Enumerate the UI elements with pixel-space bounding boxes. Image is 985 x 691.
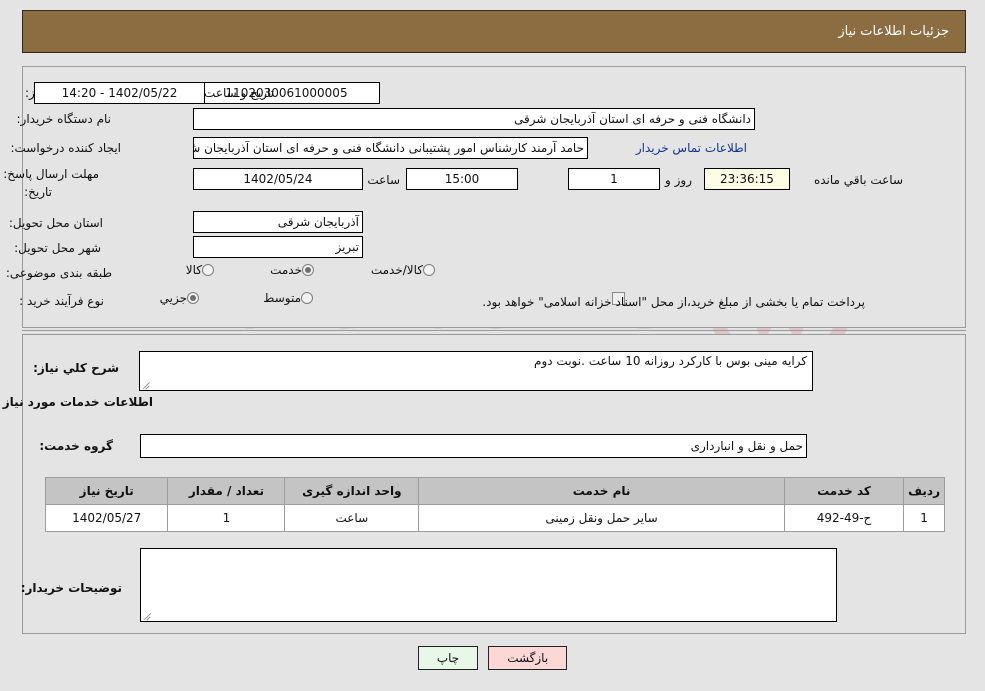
print-button[interactable]: چاپ — [417, 646, 479, 670]
th-service-code: کد خدمت — [783, 477, 905, 505]
deadline-label-line1: مهلت ارسال پاسخ: تا — [0, 167, 99, 181]
radio-dot-selected-icon — [187, 292, 199, 304]
deadline-days-label: روز و — [665, 173, 692, 187]
th-need-date: تاریخ نیاز — [44, 477, 169, 505]
resize-grip-icon[interactable] — [143, 610, 153, 620]
radio-category-khedmat-label: خدمت — [270, 263, 302, 277]
cell-unit: ساعت — [284, 504, 420, 532]
radio-dot-selected-icon — [302, 264, 314, 276]
cell-need-date: 1402/05/27 — [44, 504, 169, 532]
delivery-city-label: شهر محل تحویل: — [14, 241, 101, 255]
radio-process-jozei-label: جزیي — [159, 291, 187, 305]
radio-category-kala[interactable]: کالا — [186, 263, 219, 277]
purchase-process-label: نوع فرآیند خرید : — [19, 294, 104, 308]
back-button[interactable]: بازگشت — [488, 646, 568, 670]
cell-service-name: سایر حمل ونقل زمینی — [418, 504, 785, 532]
footer-actions: بازگشت چاپ — [0, 646, 985, 670]
radio-category-kala-khedmat[interactable]: کالا/خدمت — [371, 263, 440, 277]
general-description-value: کرایه مینی بوس با کارکرد روزانه 10 ساعت … — [534, 354, 807, 368]
th-quantity: تعداد / مقدار — [167, 477, 286, 505]
deadline-date-field[interactable]: 1402/05/24 — [193, 168, 363, 190]
buyer-contact-link[interactable]: اطلاعات تماس خریدار — [636, 141, 747, 155]
th-radif: ردیف — [903, 477, 945, 505]
general-description-label: شرح کلي نیاز: — [33, 361, 119, 375]
page-title: جزئیات اطلاعات نیاز — [838, 24, 949, 39]
section-divider — [22, 330, 966, 331]
request-creator-field[interactable]: حامد آرمند کارشناس امور پشتیبانی دانشگاه… — [193, 137, 588, 159]
delivery-province-field[interactable]: آذربایجان شرقی — [193, 211, 363, 233]
cell-quantity: 1 — [167, 504, 286, 532]
need-info-panel — [22, 66, 966, 328]
buyer-notes-textarea[interactable] — [140, 548, 837, 622]
radio-dot-icon — [423, 264, 435, 276]
general-description-textarea[interactable]: کرایه مینی بوس با کارکرد روزانه 10 ساعت … — [139, 351, 813, 391]
radio-process-motevasset-label: متوسط — [263, 291, 301, 305]
radio-process-motevasset[interactable]: متوسط — [263, 291, 318, 305]
service-group-label: گروه خدمت: — [39, 439, 113, 453]
treasury-bonds-label: پرداخت تمام یا بخشی از مبلغ خرید،از محل … — [482, 295, 865, 309]
buyer-org-field[interactable]: دانشگاه فنی و حرفه ای استان آذربایجان شر… — [193, 108, 755, 130]
radio-category-khedmat[interactable]: خدمت — [270, 263, 319, 277]
th-unit: واحد اندازه گیری — [284, 477, 420, 505]
buyer-org-label: نام دستگاه خریدار: — [16, 112, 112, 126]
remaining-time-label: ساعت باقي مانده — [813, 173, 903, 187]
page-root: AriaTender.net جزئیات اطلاعات نیاز شماره… — [0, 0, 985, 691]
radio-dot-icon — [301, 292, 313, 304]
radio-dot-icon — [202, 264, 214, 276]
radio-process-jozei[interactable]: جزیي — [160, 291, 204, 305]
radio-category-kala-label: کالا — [185, 263, 202, 277]
deadline-hour-label: ساعت — [367, 173, 400, 187]
cell-service-code: ح-49-492 — [783, 504, 905, 532]
cell-radif: 1 — [903, 504, 945, 532]
page-header: جزئیات اطلاعات نیاز — [22, 10, 966, 53]
buyer-notes-label: توضیحات خریدار: — [20, 581, 122, 595]
deadline-days-field[interactable]: 1 — [568, 168, 660, 190]
resize-grip-icon[interactable] — [142, 379, 152, 389]
table-row: 1 ح-49-492 سایر حمل ونقل زمینی ساعت 1 14… — [44, 504, 945, 532]
services-section-title: اطلاعات خدمات مورد نیاز — [2, 395, 153, 409]
request-creator-label: ایجاد کننده درخواست: — [10, 141, 121, 155]
countdown-field: 23:36:15 — [704, 168, 790, 190]
announce-datetime-field[interactable]: 1402/05/22 - 14:20 — [34, 82, 205, 104]
service-group-field[interactable]: حمل و نقل و انبارداری — [140, 434, 807, 458]
th-service-name: نام خدمت — [418, 477, 785, 505]
delivery-city-field[interactable]: تبریز — [193, 236, 363, 258]
radio-category-kala-khedmat-label: کالا/خدمت — [370, 263, 423, 277]
deadline-label-line2: تاریخ: — [24, 185, 52, 199]
services-table: ردیف کد خدمت نام خدمت واحد اندازه گیری ت… — [44, 477, 945, 532]
subject-category-label: طبقه بندی موضوعی: — [5, 266, 112, 280]
deadline-time-field[interactable]: 15:00 — [406, 168, 518, 190]
table-header-row: ردیف کد خدمت نام خدمت واحد اندازه گیری ت… — [44, 477, 945, 505]
delivery-province-label: استان محل تحویل: — [8, 216, 103, 230]
